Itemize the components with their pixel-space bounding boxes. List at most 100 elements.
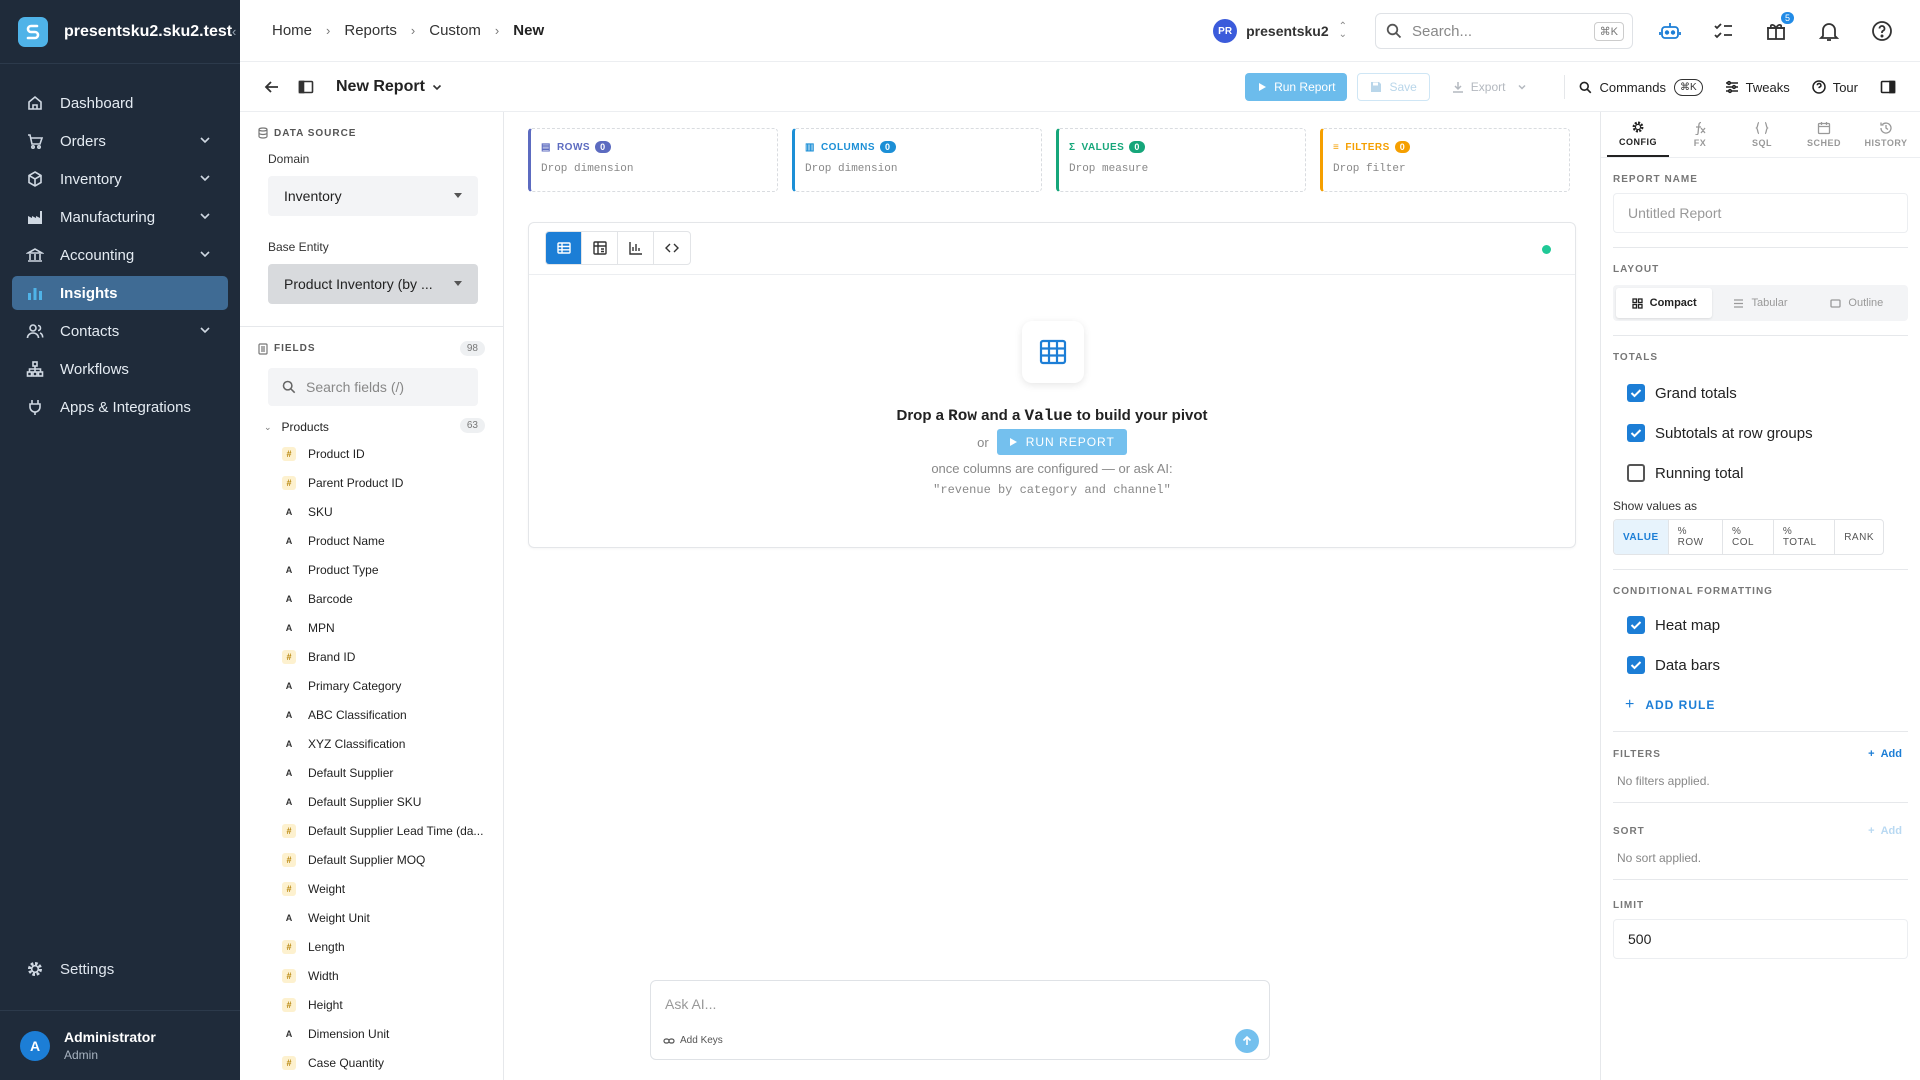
field-item[interactable]: # Default Supplier MOQ (240, 845, 503, 874)
dropzone-values[interactable]: Σ VALUES 0 Drop measure (1056, 128, 1306, 192)
grand-totals-checkbox[interactable]: Grand totals (1613, 373, 1908, 413)
data-bars-checkbox[interactable]: Data bars (1613, 645, 1908, 685)
tweaks-button[interactable]: Tweaks (1725, 80, 1790, 95)
chevron-down-icon[interactable] (198, 171, 212, 185)
org-name[interactable]: presentsku2.sku2.test (64, 23, 232, 41)
help-icon[interactable] (1867, 16, 1897, 46)
chevron-down-icon[interactable] (198, 323, 212, 337)
show-row-percent-option[interactable]: % ROW (1669, 520, 1724, 554)
tab-history[interactable]: HISTORY (1855, 112, 1917, 157)
send-arrow-icon[interactable] (1235, 1029, 1259, 1053)
show-value-option[interactable]: VALUE (1614, 520, 1669, 554)
show-total-percent-option[interactable]: % TOTAL (1774, 520, 1836, 554)
breadcrumb-reports[interactable]: Reports (344, 22, 397, 39)
limit-input[interactable]: 500 (1613, 919, 1908, 959)
add-filter-button[interactable]: + Add (1868, 748, 1908, 760)
field-item[interactable]: # Width (240, 961, 503, 990)
field-item[interactable]: A Default Supplier SKU (240, 787, 503, 816)
tab-fx[interactable]: FX (1669, 112, 1731, 157)
export-button[interactable]: Export (1440, 73, 1547, 101)
domain-select[interactable]: Inventory (268, 176, 478, 216)
show-col-percent-option[interactable]: % COL (1723, 520, 1774, 554)
sidebar-item-accounting[interactable]: Accounting (12, 238, 228, 272)
sidebar-item-insights[interactable]: Insights (12, 276, 228, 310)
field-item[interactable]: # Default Supplier Lead Time (da... (240, 816, 503, 845)
subtotals-checkbox[interactable]: Subtotals at row groups (1613, 413, 1908, 453)
collapse-sidebar-icon[interactable]: ‹ (232, 24, 236, 39)
dropzone-rows[interactable]: ▤ ROWS 0 Drop dimension (528, 128, 778, 192)
search-input[interactable]: Search... (1412, 23, 1594, 40)
report-title-menu[interactable]: New Report (336, 78, 443, 96)
field-item[interactable]: A Product Type (240, 555, 503, 584)
sidebar-item-apps-integrations[interactable]: Apps & Integrations (12, 390, 228, 424)
sidebar-item-dashboard[interactable]: Dashboard (12, 86, 228, 120)
commands-button[interactable]: Commands ⌘K (1579, 78, 1703, 96)
field-item[interactable]: A Dimension Unit (240, 1019, 503, 1048)
add-rule-button[interactable]: + ADD RULE (1625, 693, 1908, 717)
user-profile[interactable]: A Administrator Admin (0, 1010, 240, 1080)
sidebar-item-inventory[interactable]: Inventory (12, 162, 228, 196)
field-item[interactable]: A Barcode (240, 584, 503, 613)
chevron-down-icon[interactable] (198, 247, 212, 261)
sidebar-item-contacts[interactable]: Contacts (12, 314, 228, 348)
ask-ai-box[interactable]: Ask AI... Add Keys (650, 980, 1270, 1060)
add-sort-button[interactable]: + Add (1868, 825, 1908, 837)
bell-icon[interactable] (1814, 16, 1844, 46)
field-group-products[interactable]: ⌄ Products 63 (264, 418, 485, 434)
run-report-inline-button[interactable]: RUN REPORT (996, 429, 1127, 455)
right-panel-toggle-icon[interactable] (1880, 79, 1896, 95)
field-item[interactable]: A Product Name (240, 526, 503, 555)
task-list-icon[interactable] (1708, 16, 1738, 46)
field-item[interactable]: # Parent Product ID (240, 468, 503, 497)
show-rank-option[interactable]: RANK (1835, 520, 1883, 554)
run-report-button[interactable]: Run Report (1245, 73, 1348, 101)
ask-ai-input[interactable]: Ask AI... (665, 996, 716, 1012)
field-item[interactable]: A MPN (240, 613, 503, 642)
field-item[interactable]: # Brand ID (240, 642, 503, 671)
field-search-input[interactable]: Search fields (/) (268, 368, 478, 406)
base-entity-select[interactable]: Product Inventory (by ... (268, 264, 478, 304)
tab-sql[interactable]: SQL (1731, 112, 1793, 157)
breadcrumb-home[interactable]: Home (272, 22, 312, 39)
field-item[interactable]: A ABC Classification (240, 700, 503, 729)
arrow-left-icon[interactable] (264, 79, 280, 95)
app-logo-icon[interactable] (18, 16, 48, 47)
chevron-down-icon[interactable] (198, 209, 212, 223)
report-name-input[interactable]: Untitled Report (1613, 193, 1908, 233)
add-keys-button[interactable]: Add Keys (663, 1035, 723, 1046)
gift-icon[interactable]: 5 (1761, 12, 1794, 46)
sidebar-item-orders[interactable]: Orders (12, 124, 228, 158)
field-item[interactable]: A XYZ Classification (240, 729, 503, 758)
chevron-down-icon[interactable] (198, 133, 212, 147)
save-button[interactable]: Save (1357, 73, 1430, 101)
field-item[interactable]: A Primary Category (240, 671, 503, 700)
code-view-icon[interactable] (654, 232, 690, 264)
tab-config[interactable]: CONFIG (1607, 112, 1669, 157)
layout-outline[interactable]: Outline (1809, 288, 1905, 318)
field-item[interactable]: A Default Supplier (240, 758, 503, 787)
field-item[interactable]: # Length (240, 932, 503, 961)
bar-chart-view-icon[interactable] (618, 232, 654, 264)
field-item[interactable]: # Weight (240, 874, 503, 903)
dropzone-columns[interactable]: ▥ COLUMNS 0 Drop dimension (792, 128, 1042, 192)
global-search[interactable]: Search... ⌘K (1375, 13, 1633, 49)
field-item[interactable]: # Case Quantity (240, 1048, 503, 1077)
pivot-view-icon[interactable] (582, 232, 618, 264)
tab-sched[interactable]: SCHED (1793, 112, 1855, 157)
field-item[interactable]: A Weight Unit (240, 903, 503, 932)
field-item[interactable]: A SKU (240, 497, 503, 526)
tour-button[interactable]: Tour (1811, 80, 1858, 95)
sidebar-item-manufacturing[interactable]: Manufacturing (12, 200, 228, 234)
breadcrumb-custom[interactable]: Custom (429, 22, 481, 39)
dropzone-filters[interactable]: ≡ FILTERS 0 Drop filter (1320, 128, 1570, 192)
running-total-checkbox[interactable]: Running total (1613, 453, 1908, 493)
field-item[interactable]: # Product ID (240, 439, 503, 468)
ai-assistant-icon[interactable] (1655, 16, 1685, 46)
layout-compact[interactable]: Compact (1616, 288, 1713, 318)
layout-tabular[interactable]: Tabular (1712, 288, 1808, 318)
tenant-switcher[interactable]: PR presentsku2 ⌃ ⌄ (1213, 19, 1347, 43)
heat-map-checkbox[interactable]: Heat map (1613, 605, 1908, 645)
table-view-icon[interactable] (546, 232, 582, 264)
sidebar-item-settings[interactable]: Settings (0, 952, 240, 986)
sidebar-item-workflows[interactable]: Workflows (12, 352, 228, 386)
